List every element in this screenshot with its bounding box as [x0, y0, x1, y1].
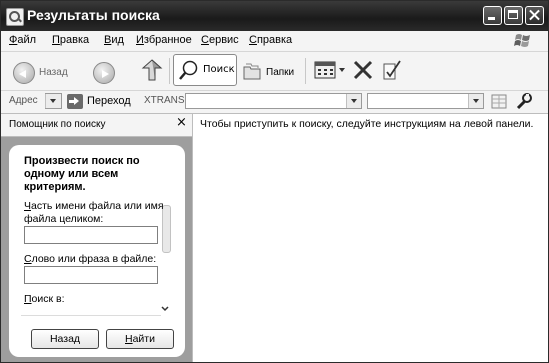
properties-icon[interactable] — [381, 58, 403, 82]
maximize-button[interactable] — [504, 6, 523, 25]
xtrans-grid-icon[interactable] — [491, 94, 507, 109]
menu-favorites[interactable]: Избранное — [136, 34, 192, 46]
xtrans-combo-1-dropdown-icon[interactable] — [351, 99, 357, 103]
address-dropdown-icon[interactable] — [50, 99, 56, 103]
phrase-input[interactable] — [24, 266, 158, 284]
filename-label: Часть имени файла или имя файла целиком: — [24, 200, 164, 225]
look-in-label: Поиск в: — [24, 293, 65, 305]
menu-edit[interactable]: Правка — [52, 34, 89, 46]
maximize-icon — [508, 10, 518, 19]
search-window-icon — [6, 8, 24, 26]
search-assistant-title: Помощник по поиску — [9, 119, 106, 130]
address-bar: Адрес Переход XTRANS — [1, 91, 548, 114]
results-area: Чтобы приступить к поиску, следуйте инст… — [193, 114, 548, 362]
filename-input[interactable] — [24, 226, 158, 244]
windows-logo-icon — [514, 34, 530, 47]
menu-view[interactable]: Вид — [104, 34, 124, 46]
go-arrow-icon[interactable] — [67, 94, 83, 109]
card-divider — [21, 315, 161, 316]
go-button[interactable]: Переход — [87, 95, 131, 107]
pane-close-icon[interactable]: × — [176, 115, 187, 130]
search-button[interactable]: Поиск — [173, 54, 237, 86]
find-button[interactable]: Найти — [106, 329, 174, 349]
search-assistant-pane: Произвести поиск по одному или всем крит… — [1, 137, 193, 362]
folders-button[interactable]: Папки — [240, 56, 300, 86]
search-assistant-header: Помощник по поиску × — [1, 114, 193, 137]
look-in-chevron-down-icon[interactable] — [161, 305, 169, 313]
folders-label: Папки — [266, 67, 295, 78]
card-scrollbar[interactable] — [162, 155, 171, 305]
back-step-button[interactable]: Назад — [31, 329, 99, 349]
address-combo[interactable] — [45, 93, 62, 109]
window-title: Результаты поиска — [27, 7, 160, 23]
search-label: Поиск — [203, 64, 235, 75]
minimize-button[interactable] — [483, 6, 502, 25]
forward-button[interactable] — [89, 56, 123, 86]
phrase-label: Слово или фраза в файле: — [24, 253, 157, 265]
search-criteria-heading: Произвести поиск по одному или всем крит… — [24, 155, 140, 193]
back-label: Назад — [39, 67, 68, 78]
xtrans-combo-1[interactable] — [185, 93, 362, 109]
xtrans-combo-2-dropdown-icon[interactable] — [473, 99, 479, 103]
up-folder-icon[interactable] — [141, 58, 163, 82]
delete-x-icon[interactable] — [352, 59, 374, 81]
xtrans-combo-2[interactable] — [367, 93, 484, 109]
menu-bar: Файл Правка Вид Избранное Сервис Справка — [1, 31, 548, 52]
address-label: Адрес — [9, 95, 38, 106]
minimize-icon — [488, 17, 495, 20]
standard-toolbar: Назад Поиск Папки — [1, 52, 548, 125]
back-arrow-icon — [13, 62, 35, 84]
back-button[interactable]: Назад — [9, 56, 71, 86]
search-criteria-card: Произвести поиск по одному или всем крит… — [9, 145, 185, 357]
wrench-icon[interactable] — [515, 93, 533, 110]
views-dropdown-icon[interactable] — [339, 68, 345, 72]
xtrans-toolbar-label: XTRANS — [144, 95, 185, 106]
views-icon[interactable] — [314, 61, 336, 79]
menu-help[interactable]: Справка — [249, 34, 292, 46]
folders-icon — [243, 63, 261, 80]
forward-arrow-icon — [93, 62, 115, 84]
title-bar[interactable]: Результаты поиска — [1, 1, 548, 31]
search-results-window: Результаты поиска Файл Правка Вид Избран… — [0, 0, 549, 363]
search-icon — [179, 60, 198, 80]
close-button[interactable] — [525, 6, 544, 25]
menu-tools[interactable]: Сервис — [201, 34, 239, 46]
instructions-hint: Чтобы приступить к поиску, следуйте инст… — [200, 118, 534, 130]
menu-file[interactable]: Файл — [9, 34, 36, 46]
